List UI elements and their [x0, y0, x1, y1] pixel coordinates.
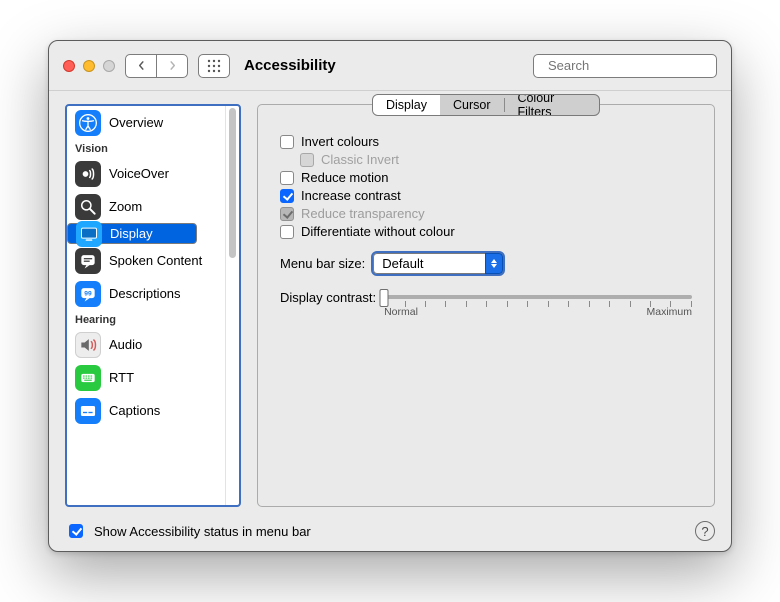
- tab-group: Display Cursor Colour Filters: [372, 94, 600, 116]
- toolbar: Accessibility: [49, 41, 731, 91]
- voiceover-icon: [75, 161, 101, 187]
- accessibility-icon: [75, 110, 101, 136]
- menu-bar-size-select[interactable]: Default: [373, 253, 503, 274]
- sidebar-item-audio[interactable]: Audio: [67, 328, 225, 361]
- zoom-icon: [75, 194, 101, 220]
- sidebar-item-voiceover[interactable]: VoiceOver: [67, 157, 225, 190]
- sidebar-item-label: RTT: [109, 370, 134, 385]
- menu-bar-size-value: Default: [382, 256, 485, 271]
- sidebar-item-zoom[interactable]: Zoom: [67, 190, 225, 223]
- show-status-checkbox[interactable]: [69, 524, 83, 538]
- reduce-transparency-checkbox: [280, 207, 294, 221]
- audio-icon: [75, 332, 101, 358]
- display-contrast-row: Display contrast: Normal Maximum: [280, 290, 692, 318]
- rtt-icon: [75, 365, 101, 391]
- minimize-window-button[interactable]: [83, 60, 95, 72]
- differentiate-without-colour-label: Differentiate without colour: [301, 224, 455, 239]
- descriptions-icon: 99: [75, 281, 101, 307]
- help-button[interactable]: ?: [695, 521, 715, 541]
- sidebar-heading-vision: Vision: [67, 139, 225, 157]
- differentiate-without-colour-checkbox[interactable]: [280, 225, 294, 239]
- sidebar-item-label: Display: [110, 226, 153, 241]
- settings-panel: Display Cursor Colour Filters Invert col…: [257, 104, 715, 507]
- scrollbar-thumb[interactable]: [229, 108, 236, 258]
- sidebar-item-label: Audio: [109, 337, 142, 352]
- sidebar-item-rtt[interactable]: RTT: [67, 361, 225, 394]
- body: Overview Vision VoiceOver Zoom: [49, 91, 731, 551]
- sidebar-item-overview[interactable]: Overview: [67, 106, 225, 139]
- classic-invert-checkbox: [300, 153, 314, 167]
- tab-cursor[interactable]: Cursor: [440, 95, 504, 115]
- invert-colours-checkbox[interactable]: [280, 135, 294, 149]
- tab-colour-filters[interactable]: Colour Filters: [504, 95, 599, 115]
- classic-invert-row: Classic Invert: [300, 152, 692, 167]
- reduce-transparency-label: Reduce transparency: [301, 206, 425, 221]
- increase-contrast-label: Increase contrast: [301, 188, 401, 203]
- captions-icon: [75, 398, 101, 424]
- search-field[interactable]: [533, 54, 717, 78]
- sidebar-item-display[interactable]: Display: [67, 223, 197, 244]
- window-controls: [63, 60, 115, 72]
- footer: Show Accessibility status in menu bar ?: [65, 517, 715, 541]
- differentiate-without-colour-row[interactable]: Differentiate without colour: [280, 224, 692, 239]
- forward-button[interactable]: [156, 54, 188, 78]
- scrollbar[interactable]: [225, 106, 239, 505]
- zoom-window-button[interactable]: [103, 60, 115, 72]
- menu-bar-size-label: Menu bar size:: [280, 256, 365, 271]
- page-title: Accessibility: [244, 57, 336, 74]
- close-window-button[interactable]: [63, 60, 75, 72]
- sidebar-item-captions[interactable]: Captions: [67, 394, 225, 427]
- sidebar-item-label: Overview: [109, 115, 163, 130]
- sidebar: Overview Vision VoiceOver Zoom: [65, 104, 241, 507]
- sidebar-item-spoken-content[interactable]: Spoken Content: [67, 244, 225, 277]
- classic-invert-label: Classic Invert: [321, 152, 399, 167]
- svg-text:99: 99: [84, 290, 92, 297]
- spoken-content-icon: [75, 248, 101, 274]
- display-contrast-slider[interactable]: Normal Maximum: [384, 290, 692, 318]
- show-status-label: Show Accessibility status in menu bar: [94, 524, 311, 539]
- preferences-window: Accessibility Overview Vision: [48, 40, 732, 552]
- tab-display[interactable]: Display: [373, 95, 440, 115]
- nav-group: [125, 54, 188, 78]
- sidebar-heading-hearing: Hearing: [67, 310, 225, 328]
- sidebar-item-label: Captions: [109, 403, 160, 418]
- reduce-transparency-row: Reduce transparency: [280, 206, 692, 221]
- slider-knob[interactable]: [380, 289, 389, 307]
- sidebar-item-descriptions[interactable]: 99 Descriptions: [67, 277, 225, 310]
- search-input[interactable]: [546, 57, 726, 74]
- sidebar-item-label: Spoken Content: [109, 253, 202, 268]
- select-arrows-icon: [485, 253, 503, 274]
- increase-contrast-checkbox[interactable]: [280, 189, 294, 203]
- increase-contrast-row[interactable]: Increase contrast: [280, 188, 692, 203]
- back-button[interactable]: [125, 54, 157, 78]
- display-contrast-label: Display contrast:: [280, 290, 376, 305]
- slider-max-label: Maximum: [646, 306, 692, 318]
- display-icon: [76, 221, 102, 247]
- slider-min-label: Normal: [384, 306, 418, 318]
- sidebar-item-label: Descriptions: [109, 286, 181, 301]
- invert-colours-label: Invert colours: [301, 134, 379, 149]
- show-all-button[interactable]: [198, 54, 230, 78]
- sidebar-item-label: VoiceOver: [109, 166, 169, 181]
- sidebar-item-label: Zoom: [109, 199, 142, 214]
- invert-colours-row[interactable]: Invert colours: [280, 134, 692, 149]
- reduce-motion-row[interactable]: Reduce motion: [280, 170, 692, 185]
- reduce-motion-checkbox[interactable]: [280, 171, 294, 185]
- menu-bar-size-row: Menu bar size: Default: [280, 253, 692, 274]
- reduce-motion-label: Reduce motion: [301, 170, 388, 185]
